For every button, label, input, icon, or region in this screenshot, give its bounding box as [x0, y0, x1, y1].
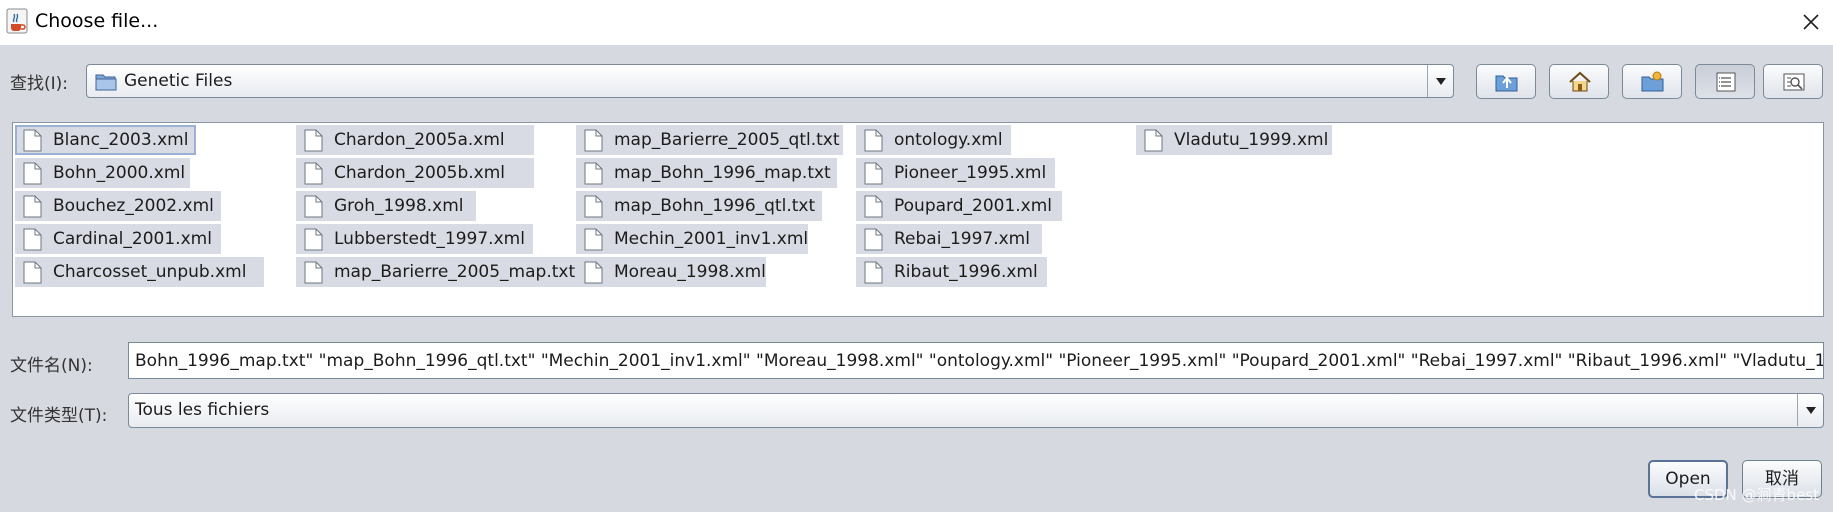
- file-name: Poupard_2001.xml: [894, 196, 1053, 216]
- file-item[interactable]: Lubberstedt_1997.xml: [296, 224, 533, 254]
- file-icon: [304, 228, 323, 251]
- java-coffee-icon: [6, 8, 28, 34]
- file-item[interactable]: Bouchez_2002.xml: [15, 191, 221, 221]
- file-item[interactable]: Chardon_2005a.xml: [296, 125, 534, 155]
- file-icon: [304, 261, 323, 284]
- file-name: map_Barierre_2005_map.txt: [334, 262, 576, 282]
- lookin-label: 查找(I):: [10, 74, 69, 94]
- file-icon: [584, 162, 603, 185]
- filename-label: 文件名(N):: [10, 356, 93, 376]
- file-name: ontology.xml: [894, 130, 1003, 150]
- file-icon: [584, 261, 603, 284]
- window-title: Choose file...: [35, 10, 159, 32]
- close-button[interactable]: [1797, 8, 1825, 36]
- file-name: Moreau_1998.xml: [614, 262, 766, 282]
- file-icon: [23, 129, 42, 152]
- file-icon: [304, 195, 323, 218]
- home-icon: [1569, 71, 1591, 92]
- file-icon: [584, 195, 603, 218]
- file-icon: [864, 162, 883, 185]
- chevron-down-icon[interactable]: [1427, 65, 1453, 97]
- file-item[interactable]: Cardinal_2001.xml: [15, 224, 221, 254]
- file-name: Charcosset_unpub.xml: [53, 262, 247, 282]
- file-name: Pioneer_1995.xml: [894, 163, 1047, 183]
- file-icon: [1144, 129, 1163, 152]
- dialog-content: 查找(I): Genetic Files Blanc_2003.xml Bohn…: [0, 45, 1833, 512]
- file-name: Cardinal_2001.xml: [53, 229, 212, 249]
- file-icon: [584, 228, 603, 251]
- file-list[interactable]: Blanc_2003.xml Bohn_2000.xml Bouchez_2002.…: [12, 122, 1824, 317]
- chevron-down-icon[interactable]: [1797, 394, 1823, 426]
- file-icon: [864, 261, 883, 284]
- file-icon: [23, 228, 42, 251]
- file-item[interactable]: Groh_1998.xml: [296, 191, 476, 221]
- file-icon: [864, 129, 883, 152]
- file-icon: [23, 162, 42, 185]
- file-name: Groh_1998.xml: [334, 196, 464, 216]
- file-name: Ribaut_1996.xml: [894, 262, 1038, 282]
- filename-input[interactable]: [128, 342, 1824, 379]
- file-item[interactable]: Rebai_1997.xml: [856, 224, 1042, 254]
- folder-icon: [95, 72, 117, 91]
- file-name: Bohn_2000.xml: [53, 163, 186, 183]
- file-name: Mechin_2001_inv1.xml: [614, 229, 809, 249]
- file-item[interactable]: Blanc_2003.xml: [15, 125, 196, 155]
- up-one-level-button[interactable]: [1476, 64, 1536, 99]
- title-bar: Choose file...: [0, 0, 1833, 45]
- filetype-combo[interactable]: Tous les fichiers: [128, 393, 1824, 428]
- file-icon: [584, 129, 603, 152]
- file-item[interactable]: Poupard_2001.xml: [856, 191, 1062, 221]
- details-view-button[interactable]: [1763, 64, 1823, 99]
- lookin-value: Genetic Files: [124, 71, 233, 91]
- file-name: Rebai_1997.xml: [894, 229, 1030, 249]
- home-button[interactable]: [1549, 64, 1609, 99]
- file-name: Blanc_2003.xml: [53, 130, 189, 150]
- file-item[interactable]: Ribaut_1996.xml: [856, 257, 1047, 287]
- file-name: Chardon_2005b.xml: [334, 163, 506, 183]
- new-folder-button[interactable]: [1622, 64, 1682, 99]
- file-item[interactable]: Mechin_2001_inv1.xml: [576, 224, 808, 254]
- list-view-icon: [1716, 72, 1736, 92]
- file-name: Vladutu_1999.xml: [1174, 130, 1329, 150]
- file-icon: [864, 228, 883, 251]
- file-icon: [304, 162, 323, 185]
- file-item[interactable]: map_Barierre_2005_qtl.txt: [576, 125, 843, 155]
- file-item[interactable]: Pioneer_1995.xml: [856, 158, 1055, 188]
- file-item[interactable]: Chardon_2005b.xml: [296, 158, 534, 188]
- file-item[interactable]: Bohn_2000.xml: [15, 158, 190, 188]
- file-item[interactable]: map_Barierre_2005_map.txt: [296, 257, 578, 287]
- file-name: Bouchez_2002.xml: [53, 196, 214, 216]
- file-item[interactable]: ontology.xml: [856, 125, 1011, 155]
- file-icon: [304, 129, 323, 152]
- file-item[interactable]: Charcosset_unpub.xml: [15, 257, 264, 287]
- lookin-combo[interactable]: Genetic Files: [86, 64, 1454, 98]
- filetype-label: 文件类型(T):: [10, 406, 108, 426]
- file-item[interactable]: map_Bohn_1996_qtl.txt: [576, 191, 822, 221]
- file-name: Lubberstedt_1997.xml: [334, 229, 525, 249]
- file-name: Chardon_2005a.xml: [334, 130, 505, 150]
- file-item[interactable]: Vladutu_1999.xml: [1136, 125, 1332, 155]
- close-icon: [1803, 14, 1819, 30]
- file-item[interactable]: Moreau_1998.xml: [576, 257, 766, 287]
- filetype-value: Tous les fichiers: [135, 400, 270, 420]
- file-icon: [864, 195, 883, 218]
- file-name: map_Bohn_1996_qtl.txt: [614, 196, 816, 216]
- list-view-button[interactable]: [1695, 64, 1755, 99]
- file-icon: [23, 261, 42, 284]
- watermark: CSDN @涧青best: [1694, 486, 1819, 504]
- folder-up-icon: [1495, 75, 1518, 92]
- file-item[interactable]: map_Bohn_1996_map.txt: [576, 158, 837, 188]
- file-icon: [23, 195, 42, 218]
- file-name: map_Barierre_2005_qtl.txt: [614, 130, 840, 150]
- details-view-icon: [1783, 73, 1805, 91]
- file-name: map_Bohn_1996_map.txt: [614, 163, 831, 183]
- new-folder-icon: [1641, 71, 1664, 92]
